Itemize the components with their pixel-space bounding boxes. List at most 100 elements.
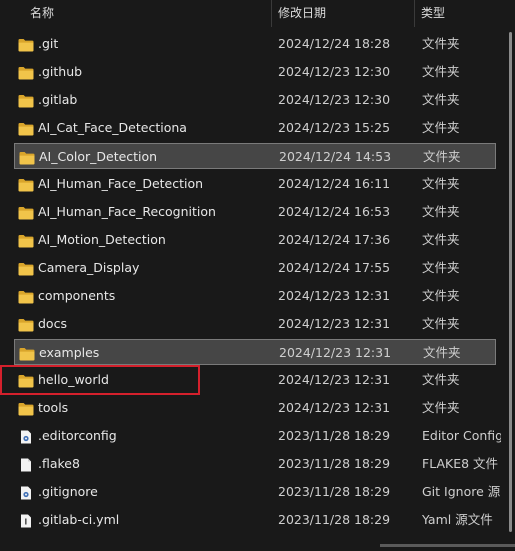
file-type: 文件夹 <box>422 260 460 275</box>
file-type: Git Ignore 源 <box>422 484 501 499</box>
file-modified-date: 2024/12/23 12:31 <box>278 372 391 387</box>
folder-icon <box>18 205 34 220</box>
file-type: 文件夹 <box>423 345 461 360</box>
file-modified-date: 2023/11/28 18:29 <box>278 512 391 527</box>
blank-file-icon <box>18 457 34 472</box>
file-row[interactable]: .github 2024/12/23 12:30 文件夹 <box>14 59 496 85</box>
file-type: Editor Config <box>422 428 504 443</box>
file-row[interactable]: AI_Human_Face_Detection 2024/12/24 16:11 文… <box>14 171 496 197</box>
file-row[interactable]: .editorconfig 2023/11/28 18:29 Editor Conf… <box>14 423 503 449</box>
file-type: 文件夹 <box>423 149 461 164</box>
file-name: .git <box>38 36 59 51</box>
file-type: 文件夹 <box>422 316 460 331</box>
file-row[interactable]: .flake8 2023/11/28 18:29 FLAKE8 文件 <box>14 451 498 477</box>
file-modified-date: 2023/11/28 18:29 <box>278 484 391 499</box>
column-divider[interactable] <box>414 0 415 27</box>
file-name: AI_Human_Face_Detection <box>38 176 204 191</box>
file-name: .editorconfig <box>38 428 117 443</box>
file-type: 文件夹 <box>422 400 460 415</box>
file-name: AI_Color_Detection <box>39 149 158 164</box>
file-row[interactable]: AI_Cat_Face_Detectiona 2024/12/23 15:25 文件… <box>14 115 496 141</box>
file-type: 文件夹 <box>422 64 460 79</box>
folder-icon <box>18 373 34 388</box>
file-row[interactable]: components 2024/12/23 12:31 文件夹 <box>14 283 496 309</box>
file-modified-date: 2024/12/23 12:31 <box>278 316 391 331</box>
file-modified-date: 2024/12/23 12:31 <box>278 400 391 415</box>
folder-icon <box>18 37 34 52</box>
config-file-icon <box>18 485 34 500</box>
file-modified-date: 2024/12/24 16:11 <box>278 176 391 191</box>
scrollbar-thumb[interactable] <box>509 32 512 532</box>
file-type: 文件夹 <box>422 176 460 191</box>
file-type: Yaml 源文件 <box>422 512 493 527</box>
folder-icon <box>19 150 35 165</box>
sort-ascending-icon: ⌃ <box>143 0 151 6</box>
file-type: 文件夹 <box>422 232 460 247</box>
file-type: 文件夹 <box>422 372 460 387</box>
folder-icon <box>18 121 34 136</box>
horizontal-scrollbar[interactable] <box>380 544 515 547</box>
file-name: AI_Motion_Detection <box>38 232 166 247</box>
file-type: 文件夹 <box>422 36 460 51</box>
text-file-icon <box>18 513 34 528</box>
file-row[interactable]: AI_Color_Detection 2024/12/24 14:53 文件夹 <box>14 143 496 169</box>
file-name: .gitlab <box>38 92 78 107</box>
file-name: .flake8 <box>38 456 80 471</box>
file-name: examples <box>39 345 100 360</box>
folder-icon <box>18 65 34 80</box>
file-modified-date: 2023/11/28 18:29 <box>278 428 391 443</box>
folder-icon <box>19 346 35 361</box>
file-modified-date: 2024/12/24 17:36 <box>278 232 391 247</box>
file-row[interactable]: AI_Motion_Detection 2024/12/24 17:36 文件夹 <box>14 227 496 253</box>
file-row[interactable]: .git 2024/12/24 18:28 文件夹 <box>14 31 496 57</box>
file-modified-date: 2024/12/23 12:31 <box>279 345 392 360</box>
column-header-name[interactable]: 名称 <box>30 0 54 27</box>
file-row[interactable]: .gitlab-ci.yml 2023/11/28 18:29 Yaml 源文件 <box>14 507 496 533</box>
file-modified-date: 2024/12/24 17:55 <box>278 260 391 275</box>
file-explorer: ⌃ 名称 修改日期 类型 .git 2024/12/24 18:28 文件夹 .git… <box>0 0 515 551</box>
file-modified-date: 2024/12/23 12:31 <box>278 288 391 303</box>
file-row[interactable]: examples 2024/12/23 12:31 文件夹 <box>14 339 496 365</box>
column-header-date[interactable]: 修改日期 <box>278 0 326 27</box>
folder-icon <box>18 289 34 304</box>
file-type: 文件夹 <box>422 204 460 219</box>
file-name: .gitignore <box>38 484 98 499</box>
file-modified-date: 2024/12/24 14:53 <box>279 149 392 164</box>
folder-icon <box>18 177 34 192</box>
file-row[interactable]: tools 2024/12/23 12:31 文件夹 <box>14 395 496 421</box>
file-type: 文件夹 <box>422 120 460 135</box>
file-name: AI_Cat_Face_Detectiona <box>38 120 187 135</box>
column-divider[interactable] <box>271 0 272 27</box>
file-row[interactable]: .gitignore 2023/11/28 18:29 Git Ignore 源 <box>14 479 500 505</box>
file-modified-date: 2024/12/23 15:25 <box>278 120 391 135</box>
file-type: 文件夹 <box>422 92 460 107</box>
folder-icon <box>18 401 34 416</box>
file-row[interactable]: hello_world 2024/12/23 12:31 文件夹 <box>14 367 496 393</box>
file-name: docs <box>38 316 67 331</box>
folder-icon <box>18 93 34 108</box>
file-modified-date: 2023/11/28 18:29 <box>278 456 391 471</box>
file-row[interactable]: Camera_Display 2024/12/24 17:55 文件夹 <box>14 255 496 281</box>
file-name: hello_world <box>38 372 109 387</box>
file-modified-date: 2024/12/23 12:30 <box>278 92 391 107</box>
file-modified-date: 2024/12/24 16:53 <box>278 204 391 219</box>
file-type: FLAKE8 文件 <box>422 456 499 471</box>
config-file-icon <box>18 429 34 444</box>
file-name: AI_Human_Face_Recognition <box>38 204 216 219</box>
folder-icon <box>18 317 34 332</box>
file-name: .github <box>38 64 83 79</box>
file-modified-date: 2024/12/24 18:28 <box>278 36 391 51</box>
file-row[interactable]: docs 2024/12/23 12:31 文件夹 <box>14 311 496 337</box>
file-row[interactable]: .gitlab 2024/12/23 12:30 文件夹 <box>14 87 496 113</box>
file-name: tools <box>38 400 69 415</box>
file-modified-date: 2024/12/23 12:30 <box>278 64 391 79</box>
file-name: Camera_Display <box>38 260 140 275</box>
file-row[interactable]: AI_Human_Face_Recognition 2024/12/24 16:5… <box>14 199 496 225</box>
file-name: .gitlab-ci.yml <box>38 512 120 527</box>
folder-icon <box>18 233 34 248</box>
file-name: components <box>38 288 116 303</box>
column-header: ⌃ 名称 修改日期 类型 <box>0 0 515 27</box>
file-type: 文件夹 <box>422 288 460 303</box>
column-header-type[interactable]: 类型 <box>421 0 445 27</box>
vertical-scrollbar[interactable] <box>501 27 515 551</box>
